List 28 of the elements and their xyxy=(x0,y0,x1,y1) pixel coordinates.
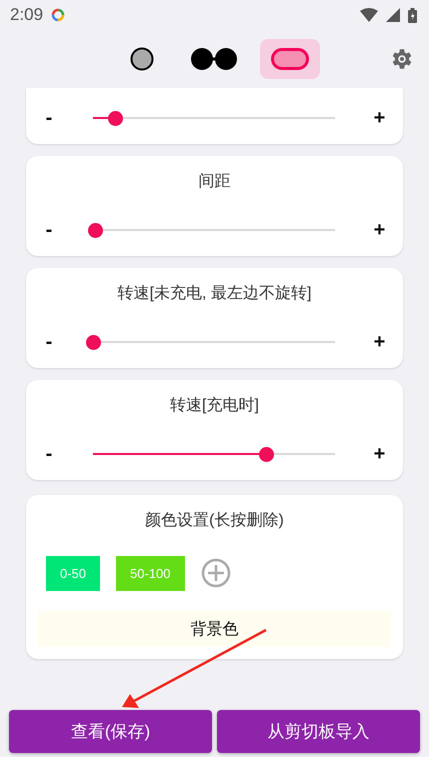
add-icon[interactable] xyxy=(200,558,231,588)
two-dots-icon xyxy=(191,47,237,71)
slider-thumb[interactable] xyxy=(108,110,123,126)
card-title: 转速[未充电, 最左边不旋转] xyxy=(116,284,312,304)
minus-button[interactable]: - xyxy=(46,106,52,130)
minus-button[interactable]: - xyxy=(46,218,52,242)
action-button[interactable]: 从剪切板导入 xyxy=(217,710,420,753)
slider-thumb[interactable] xyxy=(259,446,274,462)
pill-icon xyxy=(271,48,309,70)
status-time: 2:09 xyxy=(10,5,44,25)
plus-button[interactable]: + xyxy=(374,442,386,466)
plus-button[interactable]: + xyxy=(374,106,386,130)
background-color-button[interactable]: 背景色 xyxy=(38,611,391,647)
battery-icon xyxy=(408,8,417,22)
plus-button[interactable]: + xyxy=(374,218,386,242)
signal-icon xyxy=(386,8,400,22)
slider-thumb[interactable] xyxy=(86,334,101,350)
card-title: 间距 xyxy=(198,172,232,192)
minus-button[interactable]: - xyxy=(46,442,52,466)
card-title: 转速[充电时] xyxy=(169,396,260,416)
ring-icon xyxy=(51,8,66,22)
action-button[interactable]: 查看(保存) xyxy=(9,710,212,753)
card-title: 颜色设置(长按删除) xyxy=(144,510,285,531)
circle-icon xyxy=(130,47,154,71)
wifi-icon xyxy=(360,8,378,22)
slider-thumb[interactable] xyxy=(88,222,104,238)
plus-button[interactable]: + xyxy=(374,330,386,354)
minus-button[interactable]: - xyxy=(46,330,52,354)
